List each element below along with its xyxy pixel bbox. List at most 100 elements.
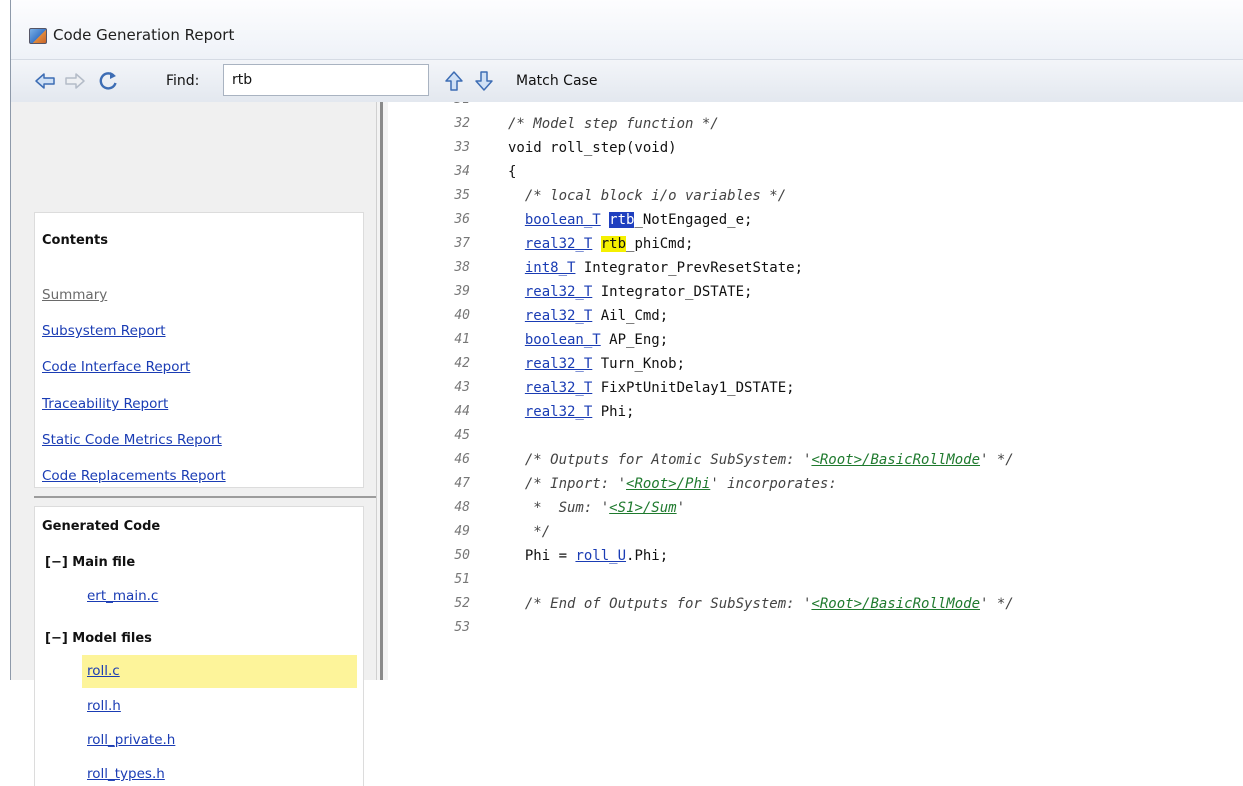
contents-panel: Contents Summary Subsystem Report Code I…: [34, 212, 364, 488]
forward-arrow-icon[interactable]: [64, 70, 86, 92]
file-link-roll-private-h[interactable]: roll_private.h: [87, 732, 175, 748]
summary-link[interactable]: Summary: [42, 287, 107, 303]
pane-splitter[interactable]: [376, 102, 388, 680]
code-line: 45: [388, 424, 1243, 448]
line-number: 44: [454, 404, 470, 419]
file-link-ert-main-c[interactable]: ert_main.c: [87, 588, 158, 604]
code-text: real32_T rtb_phiCmd;: [524, 236, 694, 252]
file-link-roll-c[interactable]: roll.c: [87, 663, 120, 679]
model-files-group-toggle[interactable]: [−] Model files: [45, 631, 152, 646]
panel-divider: [34, 496, 377, 498]
line-number: 34: [454, 164, 470, 179]
subsystem-report-link[interactable]: Subsystem Report: [42, 323, 166, 339]
code-text: real32_T Ail_Cmd;: [524, 308, 669, 324]
line-number: 49: [454, 524, 470, 539]
line-number: 35: [454, 188, 470, 203]
generated-code-title: Generated Code: [42, 519, 161, 534]
code-text: {: [508, 164, 517, 180]
line-number: 43: [454, 380, 470, 395]
code-replacements-report-link[interactable]: Code Replacements Report: [42, 468, 226, 484]
code-line: 47 /* Inport: '<Root>/Phi' incorporates:: [388, 472, 1243, 496]
code-text: /* local block i/o variables */: [508, 188, 787, 204]
line-number: 32: [454, 116, 470, 131]
code-line: 44 real32_T Phi;: [388, 400, 1243, 424]
code-line: 31: [388, 102, 1243, 112]
code-text: int8_T Integrator_PrevResetState;: [524, 260, 804, 276]
report-window: Code Generation Report Find: Match Case …: [10, 0, 1243, 786]
code-text: real32_T Integrator_DSTATE;: [524, 284, 753, 300]
code-line: 41 boolean_T AP_Eng;: [388, 328, 1243, 352]
code-line: 39 real32_T Integrator_DSTATE;: [388, 280, 1243, 304]
toolbar: Find: Match Case: [11, 59, 1243, 103]
code-text: boolean_T AP_Eng;: [524, 332, 669, 348]
code-line: 53: [388, 616, 1243, 640]
code-text: /* End of Outputs for SubSystem: '<Root>…: [508, 596, 1014, 612]
contents-title: Contents: [42, 233, 108, 248]
back-arrow-icon[interactable]: [34, 70, 56, 92]
code-line: 51: [388, 568, 1243, 592]
code-line: 50 Phi = roll_U.Phi;: [388, 544, 1243, 568]
traceability-report-link[interactable]: Traceability Report: [42, 396, 168, 412]
line-number: 39: [454, 284, 470, 299]
line-number: 38: [454, 260, 470, 275]
line-number: 45: [454, 428, 470, 443]
code-text: real32_T Phi;: [524, 404, 635, 420]
line-number: 36: [454, 212, 470, 227]
refresh-icon[interactable]: [97, 70, 119, 92]
main-file-group-toggle[interactable]: [−] Main file: [45, 555, 135, 570]
line-number: 50: [454, 548, 470, 563]
static-code-metrics-report-link[interactable]: Static Code Metrics Report: [42, 432, 222, 448]
generated-code-panel: Generated Code [−] Main file ert_main.c …: [34, 506, 364, 786]
find-label: Find:: [166, 73, 200, 89]
line-number: 53: [454, 620, 470, 635]
code-view: 31 32 /* Model step function */ 33 void roll…: [388, 102, 1243, 680]
line-number: 37: [454, 236, 470, 251]
find-input[interactable]: [223, 64, 429, 96]
code-line: 32 /* Model step function */: [388, 112, 1243, 136]
code-line: 33 void roll_step(void): [388, 136, 1243, 160]
code-text: /* Inport: '<Root>/Phi' incorporates:: [508, 476, 837, 492]
code-text: void roll_step(void): [508, 140, 677, 156]
code-text: /* Model step function */: [508, 116, 719, 132]
line-number: 31: [388, 102, 470, 112]
navigation-pane: Contents Summary Subsystem Report Code I…: [11, 102, 377, 786]
code-line: 42 real32_T Turn_Knob;: [388, 352, 1243, 376]
selected-file-highlight: [82, 655, 357, 688]
code-text: real32_T Turn_Knob;: [524, 356, 686, 372]
line-number: 52: [454, 596, 470, 611]
line-number: 46: [454, 452, 470, 467]
line-number: 33: [454, 140, 470, 155]
find-previous-icon[interactable]: [443, 70, 465, 92]
code-line: 35 /* local block i/o variables */: [388, 184, 1243, 208]
code-interface-report-link[interactable]: Code Interface Report: [42, 359, 190, 375]
code-line: 43 real32_T FixPtUnitDelay1_DSTATE;: [388, 376, 1243, 400]
code-text: /* Outputs for Atomic SubSystem: '<Root>…: [508, 452, 1014, 468]
find-next-icon[interactable]: [473, 70, 495, 92]
line-number: 41: [454, 332, 470, 347]
line-number: 42: [454, 356, 470, 371]
window-title: Code Generation Report: [53, 26, 235, 44]
code-line: 52 /* End of Outputs for SubSystem: '<Ro…: [388, 592, 1243, 616]
code-text: Phi = roll_U.Phi;: [508, 548, 669, 564]
app-icon: [29, 28, 47, 44]
code-line: 49 */: [388, 520, 1243, 544]
code-text: */: [508, 524, 551, 540]
code-line: 37 real32_T rtb_phiCmd;: [388, 232, 1243, 256]
code-text: real32_T FixPtUnitDelay1_DSTATE;: [524, 380, 795, 396]
code-line: 36 boolean_T rtb_NotEngaged_e;: [388, 208, 1243, 232]
line-number: 47: [454, 476, 470, 491]
code-line: 48 * Sum: '<S1>/Sum': [388, 496, 1243, 520]
file-link-roll-types-h[interactable]: roll_types.h: [87, 766, 165, 782]
code-text: boolean_T rtb_NotEngaged_e;: [524, 212, 753, 228]
file-link-roll-h[interactable]: roll.h: [87, 698, 121, 714]
code-line: 40 real32_T Ail_Cmd;: [388, 304, 1243, 328]
code-text: * Sum: '<S1>/Sum': [508, 500, 686, 516]
line-number: 51: [454, 572, 470, 587]
code-line: 38 int8_T Integrator_PrevResetState;: [388, 256, 1243, 280]
line-number: 40: [454, 308, 470, 323]
match-case-toggle[interactable]: Match Case: [516, 73, 597, 89]
title-bar: Code Generation Report: [11, 0, 1243, 59]
code-line: 34 {: [388, 160, 1243, 184]
line-number: 48: [454, 500, 470, 515]
code-line: 46 /* Outputs for Atomic SubSystem: '<Ro…: [388, 448, 1243, 472]
